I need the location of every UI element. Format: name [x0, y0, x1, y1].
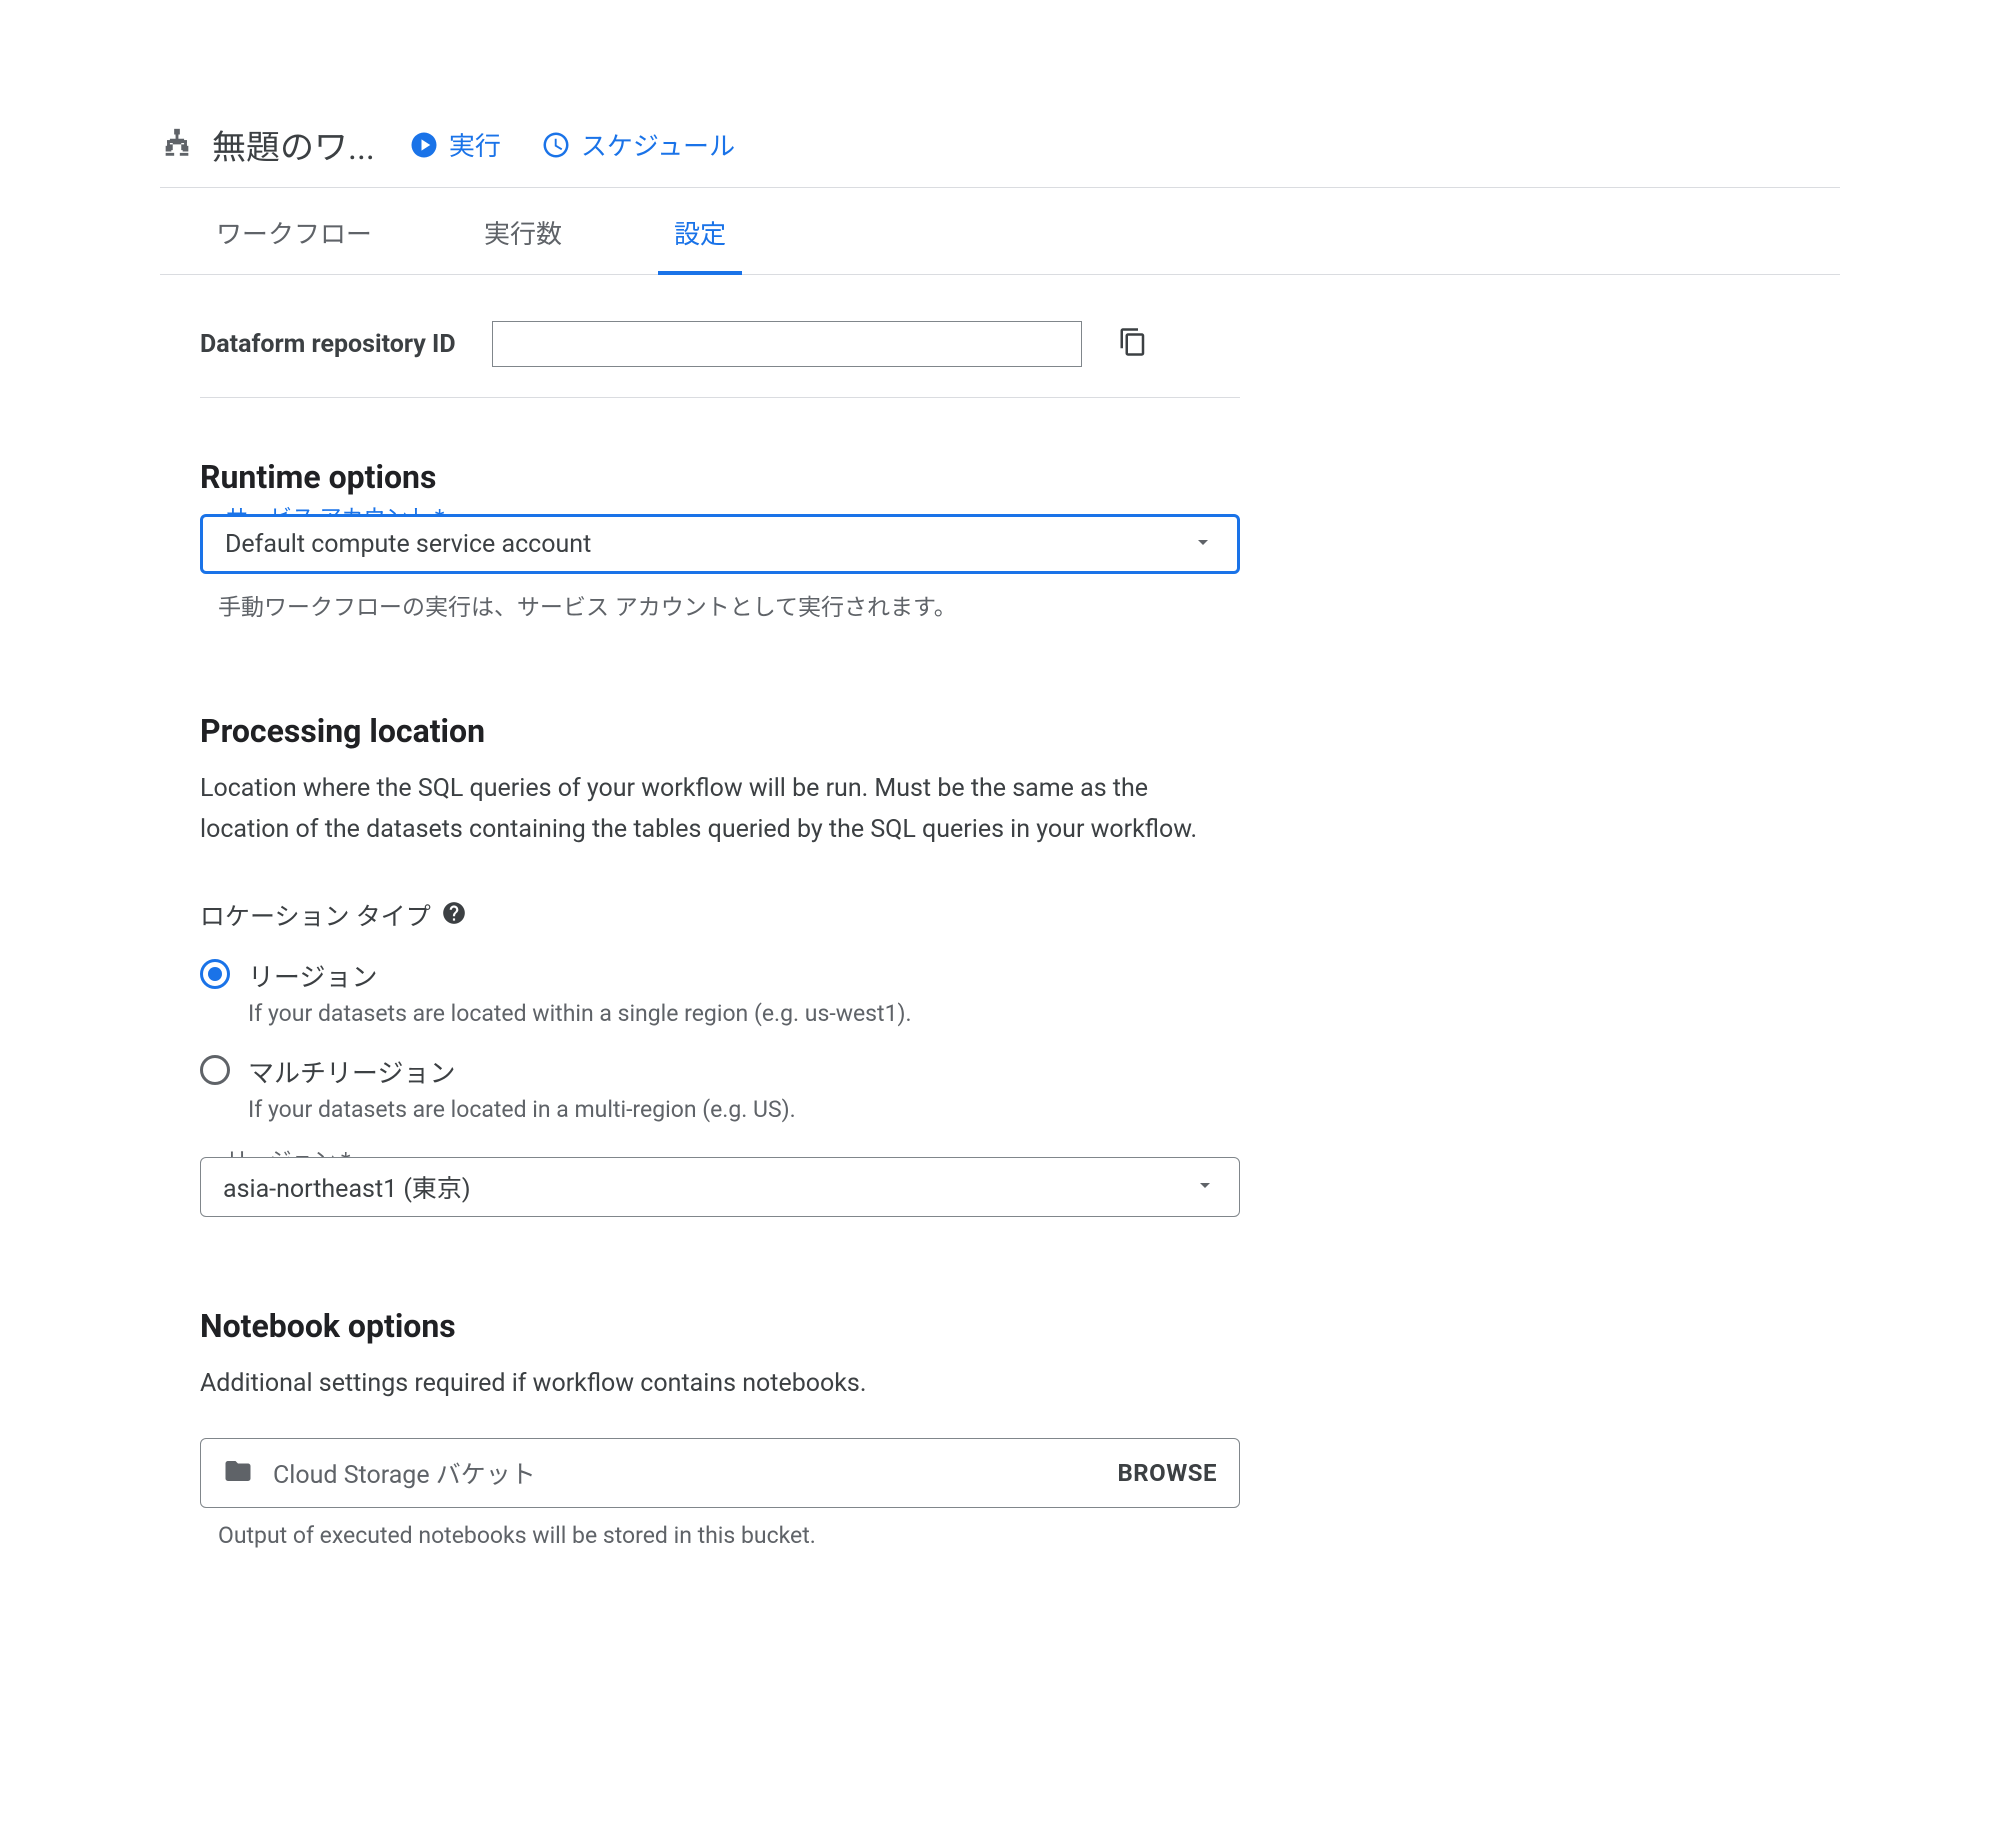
run-button[interactable]: 実行	[409, 126, 501, 163]
multi-option-desc: If your datasets are located in a multi-…	[248, 1096, 796, 1123]
folder-icon	[223, 1456, 253, 1490]
radio-icon	[200, 1055, 230, 1085]
gcs-bucket-placeholder: Cloud Storage バケット	[273, 1455, 1117, 1491]
region-option-label: リージョン	[248, 957, 912, 994]
tab-workflow[interactable]: ワークフロー	[200, 188, 388, 275]
run-label: 実行	[449, 126, 501, 163]
clock-icon	[541, 130, 571, 160]
location-type-multi[interactable]: マルチリージョン If your datasets are located in…	[200, 1053, 1240, 1123]
radio-icon	[200, 959, 230, 989]
browse-button[interactable]: BROWSE	[1117, 1459, 1217, 1487]
notebook-heading: Notebook options	[200, 1307, 1240, 1345]
dataform-repo-label: Dataform repository ID	[200, 330, 456, 359]
chevron-down-icon	[1193, 1173, 1217, 1201]
runtime-heading: Runtime options	[200, 458, 1240, 496]
service-account-help: 手動ワークフローの実行は、サービス アカウントとして実行されます。	[218, 588, 1240, 622]
processing-heading: Processing location	[200, 712, 1240, 750]
copy-icon	[1118, 327, 1148, 357]
tab-settings[interactable]: 設定	[658, 188, 742, 275]
region-option-desc: If your datasets are located within a si…	[248, 1000, 912, 1027]
schedule-button[interactable]: スケジュール	[541, 126, 735, 163]
multi-option-label: マルチリージョン	[248, 1053, 796, 1090]
schedule-label: スケジュール	[581, 126, 735, 163]
sitemap-icon	[160, 126, 194, 164]
chevron-down-icon	[1191, 530, 1215, 558]
notebook-desc: Additional settings required if workflow…	[200, 1363, 1240, 1404]
play-circle-icon	[409, 130, 439, 160]
tab-runs[interactable]: 実行数	[468, 188, 578, 275]
gcs-bucket-field[interactable]: Cloud Storage バケット BROWSE	[200, 1438, 1240, 1508]
location-type-label: ロケーション タイプ	[200, 897, 431, 933]
page-title: 無題のワ...	[212, 120, 375, 169]
tab-bar: ワークフロー 実行数 設定	[160, 188, 1840, 275]
help-icon[interactable]	[441, 900, 467, 930]
processing-desc: Location where the SQL queries of your w…	[200, 768, 1240, 851]
dataform-repo-row: Dataform repository ID	[200, 275, 1240, 398]
region-select-value: asia-northeast1 (東京)	[223, 1169, 1193, 1205]
dataform-repo-input[interactable]	[492, 321, 1082, 367]
region-select[interactable]: リージョン * asia-northeast1 (東京)	[200, 1157, 1240, 1217]
location-type-region[interactable]: リージョン If your datasets are located withi…	[200, 957, 1240, 1027]
copy-button[interactable]	[1118, 327, 1148, 361]
gcs-bucket-help: Output of executed notebooks will be sto…	[218, 1522, 1240, 1549]
service-account-select[interactable]: サービス アカウント * Default compute service acc…	[200, 514, 1240, 574]
page-header: 無題のワ... 実行 スケジュール	[160, 120, 1840, 188]
service-account-value: Default compute service account	[225, 530, 1191, 559]
